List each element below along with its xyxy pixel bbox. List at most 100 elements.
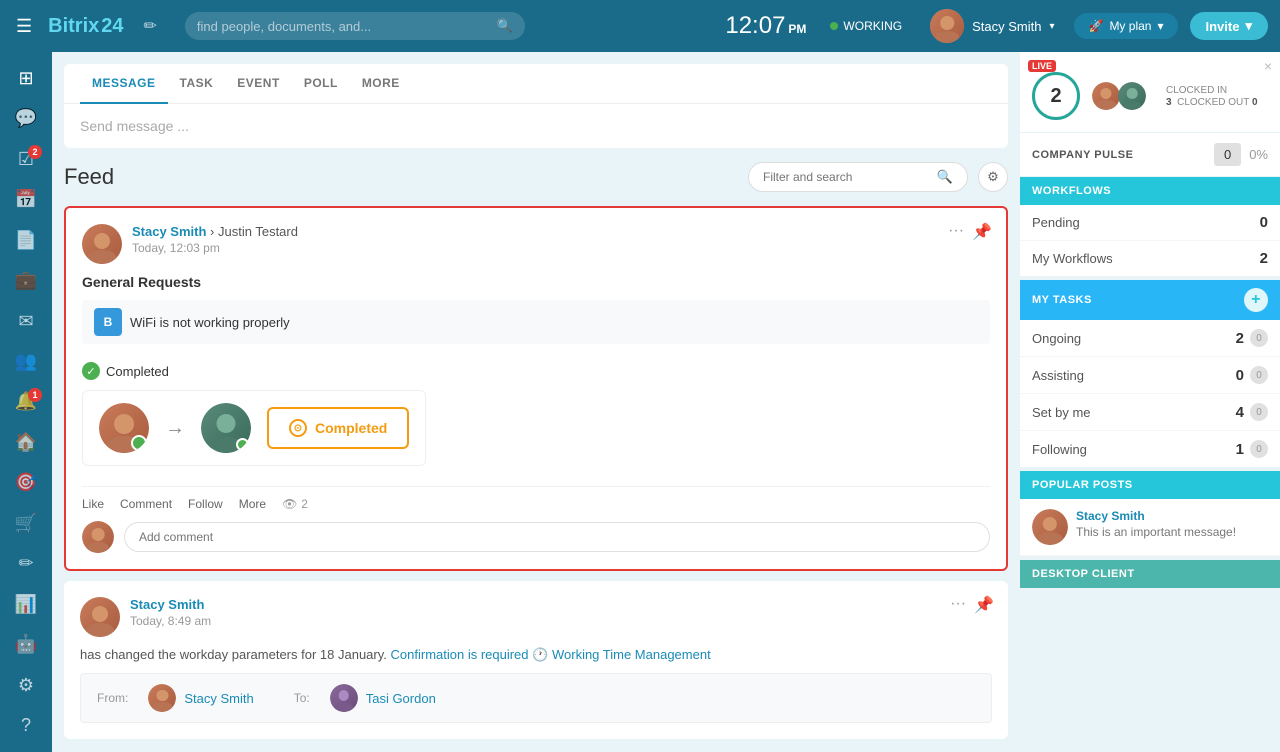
status-dot	[830, 22, 838, 30]
gear-icon: ⚙	[987, 169, 999, 185]
to-label: To:	[294, 691, 310, 705]
user-menu[interactable]: Stacy Smith ▾	[930, 9, 1054, 43]
reports-icon: 📊	[15, 594, 37, 615]
sidebar-item-store[interactable]: 🛒	[6, 505, 46, 541]
flow-arrow-icon: →	[165, 417, 185, 440]
post2-action-buttons: ··· 📌	[950, 595, 994, 615]
ellipsis-icon[interactable]: ···	[950, 595, 966, 615]
feed-settings-button[interactable]: ⚙	[978, 162, 1008, 192]
live-clocked-info: CLOCKED IN 3 CLOCKED OUT 0	[1166, 84, 1268, 108]
feed-search-box[interactable]: 🔍	[748, 162, 968, 192]
left-sidebar: ⊞ 💬 ☑ 2 📅 📄 💼 ✉ 👥 🔔 1 🏠 🎯 🛒 ✏ 📊 🤖 ⚙ ?	[0, 52, 52, 752]
post-header: Stacy Smith › Justin Testard Today, 12:0…	[82, 224, 990, 264]
workflow-my-row[interactable]: My Workflows 2	[1020, 241, 1280, 276]
confirmation-link[interactable]: Confirmation is required	[391, 647, 529, 662]
sidebar-item-chat[interactable]: 💬	[6, 100, 46, 136]
post2-author-name[interactable]: Stacy Smith	[130, 597, 204, 612]
ongoing-label: Ongoing	[1032, 331, 1081, 346]
working-status[interactable]: WORKING	[830, 19, 902, 33]
completed-button[interactable]: ⊙ Completed	[267, 407, 409, 449]
hamburger-menu[interactable]: ☰	[12, 12, 36, 41]
task-assisting-row[interactable]: Assisting 0 0	[1020, 357, 1280, 394]
sidebar-item-home[interactable]: 🏠	[6, 424, 46, 460]
post-card-workday: Stacy Smith Today, 8:49 am ··· 📌 has cha…	[64, 581, 1008, 739]
tab-message[interactable]: MESSAGE	[80, 64, 168, 104]
pin-icon[interactable]: 📌	[974, 595, 994, 615]
working-time-link[interactable]: Working Time Management	[552, 647, 711, 662]
pin-icon[interactable]: 📌	[972, 222, 992, 242]
sidebar-item-people[interactable]: 👥	[6, 343, 46, 379]
workflows-header: WORKFLOWS	[1020, 177, 1280, 205]
post2-author-avatar	[80, 597, 120, 637]
to-person[interactable]: Tasi Gordon	[330, 684, 436, 712]
sidebar-item-robot[interactable]: 🤖	[6, 627, 46, 663]
comment-user-avatar	[82, 521, 114, 553]
sidebar-item-notifications[interactable]: 🔔 1	[6, 384, 46, 420]
post-meta: Stacy Smith › Justin Testard Today, 12:0…	[132, 224, 990, 255]
task-ongoing-row[interactable]: Ongoing 2 0	[1020, 320, 1280, 357]
like-button[interactable]: Like	[82, 497, 104, 511]
logo-text: Bitrix	[48, 15, 99, 37]
task-following-row[interactable]: Following 1 0	[1020, 431, 1280, 467]
search-input[interactable]	[197, 19, 489, 34]
tab-event[interactable]: EVENT	[225, 64, 292, 104]
myplan-label: My plan	[1109, 19, 1151, 33]
sidebar-item-calendar[interactable]: 📅	[6, 181, 46, 217]
tab-poll[interactable]: POLL	[292, 64, 350, 104]
add-task-button[interactable]: +	[1244, 288, 1268, 312]
my-tasks-section: MY TASKS + Ongoing 2 0 Assisting 0 0 Set…	[1020, 280, 1280, 467]
from-person[interactable]: Stacy Smith	[148, 684, 253, 712]
following-badge: 0	[1250, 440, 1268, 458]
live-close-button[interactable]: ×	[1264, 58, 1272, 74]
settings-icon: ⚙	[18, 675, 34, 696]
comment-button[interactable]: Comment	[120, 497, 172, 511]
sidebar-item-tasks[interactable]: ☑ 2	[6, 141, 46, 177]
tab-task[interactable]: TASK	[168, 64, 226, 104]
feed-header: Feed 🔍 ⚙	[64, 158, 1008, 196]
follow-button[interactable]: Follow	[188, 497, 223, 511]
post-author-name[interactable]: Stacy Smith	[132, 224, 206, 239]
sidebar-item-settings[interactable]: ⚙	[6, 667, 46, 703]
tab-more[interactable]: MORE	[350, 64, 412, 104]
edit-icon[interactable]: ✏	[144, 16, 157, 36]
sidebar-item-documents[interactable]: 📄	[6, 222, 46, 258]
following-label: Following	[1032, 442, 1087, 457]
popular-posts-section: POPULAR POSTS Stacy Smith This is an imp…	[1020, 471, 1280, 556]
task-name: WiFi is not working properly	[130, 315, 290, 330]
to-avatar	[330, 684, 358, 712]
top-navigation: ☰ Bitrix24 ✏ 🔍 12:07PM WORKING Stacy Smi…	[0, 0, 1280, 52]
sidebar-item-reports[interactable]: 📊	[6, 586, 46, 622]
more-button[interactable]: More	[239, 497, 266, 511]
sidebar-item-crm[interactable]: 💼	[6, 262, 46, 298]
global-search[interactable]: 🔍	[185, 12, 525, 40]
sidebar-item-mail[interactable]: ✉	[6, 303, 46, 339]
task-setbyme-row[interactable]: Set by me 4 0	[1020, 394, 1280, 431]
clock-icon: 🕐	[532, 647, 552, 662]
workflow-flow: → ⊙ Completed	[82, 390, 426, 466]
feed-search-input[interactable]	[763, 170, 929, 184]
invite-label: Invite	[1206, 19, 1240, 34]
completed-label: Completed	[315, 420, 387, 436]
ongoing-badge: 0	[1250, 329, 1268, 347]
sidebar-item-help[interactable]: ?	[6, 708, 46, 744]
search-icon: 🔍	[937, 169, 953, 185]
message-input-placeholder[interactable]: Send message ...	[64, 104, 1008, 148]
logo-accent: 24	[101, 15, 123, 37]
post2-header: Stacy Smith Today, 8:49 am ··· 📌	[80, 597, 992, 637]
ellipsis-icon[interactable]: ···	[948, 222, 964, 242]
live-panel: LIVE 2 CLOCKED IN 3 CLOCKED OUT 0 ×	[1020, 52, 1280, 132]
popular-post-item[interactable]: Stacy Smith This is an important message…	[1020, 499, 1280, 556]
from-avatar	[148, 684, 176, 712]
workflow-pending-row[interactable]: Pending 0	[1020, 205, 1280, 241]
pen-icon: ✏	[18, 553, 33, 574]
sidebar-item-feed[interactable]: ⊞	[6, 60, 46, 96]
sidebar-item-sites[interactable]: ✏	[6, 546, 46, 582]
assisting-count-row: 0 0	[1236, 366, 1268, 384]
sidebar-item-goals[interactable]: 🎯	[6, 465, 46, 501]
my-plan-button[interactable]: 🚀 My plan ▾	[1074, 13, 1177, 39]
current-time: 12:07PM	[725, 12, 806, 40]
comment-input[interactable]	[124, 522, 990, 552]
update-text: has changed the workday parameters for 1…	[80, 647, 387, 662]
invite-button[interactable]: Invite ▾	[1190, 12, 1269, 40]
ongoing-count-row: 2 0	[1236, 329, 1268, 347]
